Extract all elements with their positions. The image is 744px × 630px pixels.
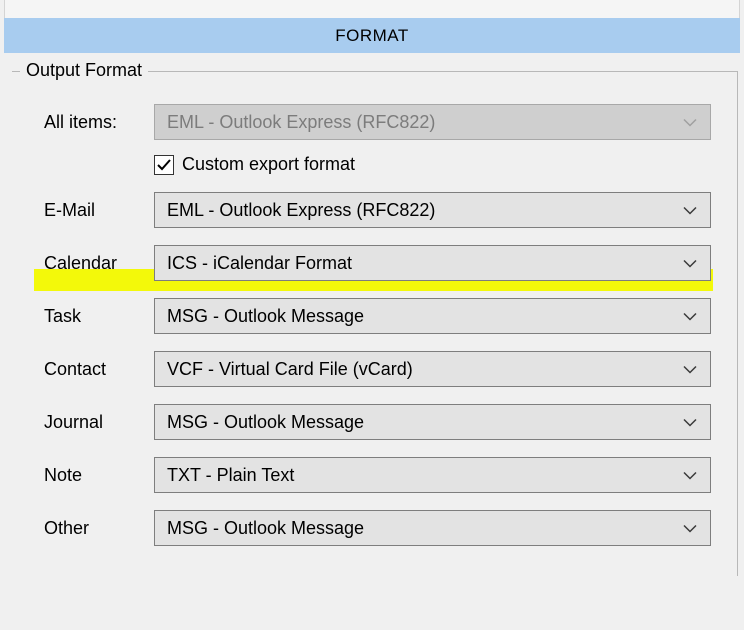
note-value: TXT - Plain Text	[167, 465, 294, 486]
row-calendar: Calendar ICS - iCalendar Format	[38, 245, 711, 281]
chevron-down-icon	[682, 412, 698, 433]
note-combo[interactable]: TXT - Plain Text	[154, 457, 711, 493]
chevron-down-icon	[682, 465, 698, 486]
email-value: EML - Outlook Express (RFC822)	[167, 200, 435, 221]
contact-value: VCF - Virtual Card File (vCard)	[167, 359, 413, 380]
section-header-title: FORMAT	[335, 26, 409, 46]
other-combo[interactable]: MSG - Outlook Message	[154, 510, 711, 546]
journal-value: MSG - Outlook Message	[167, 412, 364, 433]
task-label: Task	[38, 306, 154, 327]
row-journal: Journal MSG - Outlook Message	[38, 404, 711, 440]
other-value: MSG - Outlook Message	[167, 518, 364, 539]
fieldset-legend: Output Format	[20, 60, 148, 81]
task-combo[interactable]: MSG - Outlook Message	[154, 298, 711, 334]
journal-label: Journal	[38, 412, 154, 433]
custom-export-label: Custom export format	[182, 154, 355, 175]
chevron-down-icon	[682, 112, 698, 133]
note-label: Note	[38, 465, 154, 486]
contact-combo[interactable]: VCF - Virtual Card File (vCard)	[154, 351, 711, 387]
contact-label: Contact	[38, 359, 154, 380]
other-label: Other	[38, 518, 154, 539]
all-items-value: EML - Outlook Express (RFC822)	[167, 112, 435, 133]
row-all-items: All items: EML - Outlook Express (RFC822…	[38, 104, 711, 140]
all-items-label: All items:	[38, 112, 154, 133]
chevron-down-icon	[682, 306, 698, 327]
row-other: Other MSG - Outlook Message	[38, 510, 711, 546]
all-items-combo: EML - Outlook Express (RFC822)	[154, 104, 711, 140]
chevron-down-icon	[682, 253, 698, 274]
row-note: Note TXT - Plain Text	[38, 457, 711, 493]
top-spacer	[4, 0, 740, 18]
calendar-combo[interactable]: ICS - iCalendar Format	[154, 245, 711, 281]
section-header: FORMAT	[4, 18, 740, 53]
chevron-down-icon	[682, 359, 698, 380]
custom-export-checkbox[interactable]	[154, 155, 174, 175]
task-value: MSG - Outlook Message	[167, 306, 364, 327]
output-format-fieldset: Output Format All items: EML - Outlook E…	[12, 71, 738, 576]
chevron-down-icon	[682, 518, 698, 539]
journal-combo[interactable]: MSG - Outlook Message	[154, 404, 711, 440]
row-task: Task MSG - Outlook Message	[38, 298, 711, 334]
chevron-down-icon	[682, 200, 698, 221]
email-combo[interactable]: EML - Outlook Express (RFC822)	[154, 192, 711, 228]
row-email: E-Mail EML - Outlook Express (RFC822)	[38, 192, 711, 228]
calendar-value: ICS - iCalendar Format	[167, 253, 352, 274]
custom-export-checkbox-row: Custom export format	[154, 154, 711, 175]
email-label: E-Mail	[38, 200, 154, 221]
row-contact: Contact VCF - Virtual Card File (vCard)	[38, 351, 711, 387]
